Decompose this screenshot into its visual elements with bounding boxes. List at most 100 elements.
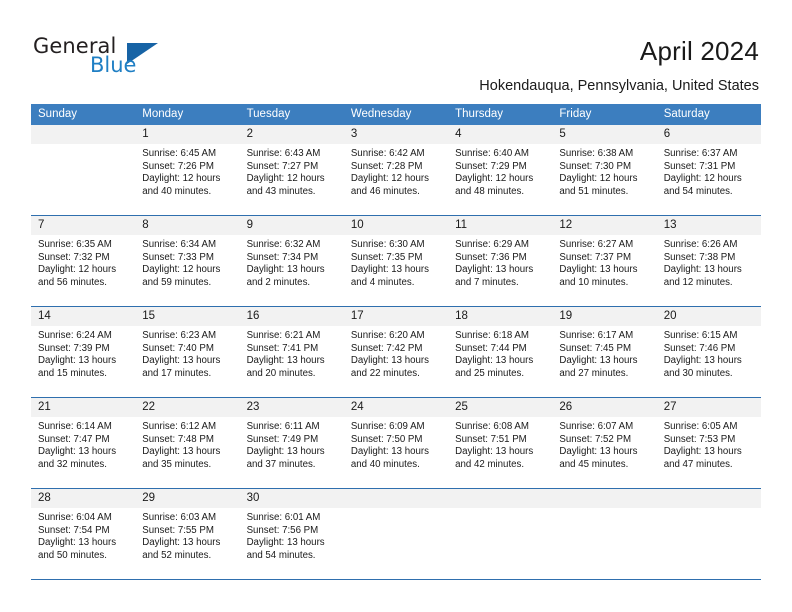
day-number-21[interactable]: 21 [31,398,135,417]
day-number-22[interactable]: 22 [135,398,239,417]
day-info-line: Sunrise: 6:03 AM [142,512,217,523]
day-number-9[interactable]: 9 [240,216,344,235]
day-cell-18[interactable]: Sunrise: 6:18 AM Sunset: 7:44 PM Daylight:… [448,326,552,397]
day-number-15[interactable]: 15 [135,307,239,326]
day-cell-10[interactable]: Sunrise: 6:30 AM Sunset: 7:35 PM Daylight:… [344,235,448,306]
day-info-line: Sunrise: 6:15 AM [663,330,738,341]
day-info-line: Sunrise: 6:11 AM [246,421,320,432]
day-number-28[interactable]: 28 [31,489,135,508]
brand-logo[interactable]: General Blue [33,34,233,84]
day-cell-30[interactable]: Sunrise: 6:01 AM Sunset: 7:56 PM Daylight:… [240,508,344,579]
day-number-13[interactable]: 13 [657,216,761,235]
day-number-30[interactable]: 30 [240,489,344,508]
day-info-line: Daylight: 12 hours [246,173,325,185]
day-number-10[interactable]: 10 [344,216,448,235]
day-info-line: and 7 minutes. [455,276,519,288]
day-cell-22[interactable]: Sunrise: 6:12 AM Sunset: 7:48 PM Daylight:… [135,417,239,488]
day-info-line: and 2 minutes. [246,276,311,288]
day-number-8[interactable]: 8 [135,216,239,235]
calendar-grid: Sunday Monday Tuesday Wednesday Thursday Frid… [31,104,761,580]
day-info-line: Daylight: 13 hours [142,537,221,549]
day-info-line: Sunrise: 6:12 AM [142,421,217,432]
day-number-24[interactable]: 24 [344,398,448,417]
day-cell-12[interactable]: Sunrise: 6:27 AM Sunset: 7:37 PM Daylight:… [552,235,656,306]
day-cell-29[interactable]: Sunrise: 6:03 AM Sunset: 7:55 PM Daylight:… [135,508,239,579]
day-number-3[interactable]: 3 [344,125,448,144]
day-cell-28[interactable]: Sunrise: 6:04 AM Sunset: 7:54 PM Daylight:… [31,508,135,579]
day-cell-11[interactable]: Sunrise: 6:29 AM Sunset: 7:36 PM Daylight:… [448,235,552,306]
day-info-line: Daylight: 13 hours [246,355,325,367]
day-info-line: Daylight: 13 hours [663,264,742,276]
day-cell-24[interactable]: Sunrise: 6:09 AM Sunset: 7:50 PM Daylight:… [344,417,448,488]
day-cell-7[interactable]: Sunrise: 6:35 AM Sunset: 7:32 PM Daylight:… [31,235,135,306]
day-info-line: Sunrise: 6:04 AM [38,512,112,523]
day-number-14[interactable]: 14 [31,307,135,326]
day-number-26[interactable]: 26 [552,398,656,417]
day-cell-19[interactable]: Sunrise: 6:17 AM Sunset: 7:45 PM Daylight:… [552,326,656,397]
day-cell-16[interactable]: Sunrise: 6:21 AM Sunset: 7:41 PM Daylight:… [240,326,344,397]
day-cell-2[interactable]: Sunrise: 6:43 AM Sunset: 7:27 PM Daylight:… [240,144,344,215]
day-cell-6[interactable]: Sunrise: 6:37 AM Sunset: 7:31 PM Daylight:… [657,144,761,215]
day-info-line: Sunset: 7:30 PM [559,160,632,172]
calendar-week-row: 28 29 30 Sunrise: 6:04 AM Sunset: 7:54 PM Day… [31,488,761,579]
day-cell-1[interactable]: Sunrise: 6:45 AM Sunset: 7:26 PM Daylight:… [135,144,239,215]
day-number-4[interactable]: 4 [448,125,552,144]
day-cell-empty [448,508,552,579]
day-number-16[interactable]: 16 [240,307,344,326]
day-info-line: Sunrise: 6:14 AM [38,421,112,432]
day-number-2[interactable]: 2 [240,125,344,144]
day-number-empty [657,489,761,508]
day-cell-26[interactable]: Sunrise: 6:07 AM Sunset: 7:52 PM Daylight:… [552,417,656,488]
day-cell-8[interactable]: Sunrise: 6:34 AM Sunset: 7:33 PM Daylight:… [135,235,239,306]
day-info-line: and 45 minutes. [559,458,629,470]
day-number-1[interactable]: 1 [135,125,239,144]
day-cell-4[interactable]: Sunrise: 6:40 AM Sunset: 7:29 PM Daylight:… [448,144,552,215]
day-cell-27[interactable]: Sunrise: 6:05 AM Sunset: 7:53 PM Daylight:… [657,417,761,488]
day-info-line: Sunrise: 6:21 AM [246,330,321,341]
day-info-line: and 56 minutes. [38,276,107,288]
day-info-line: Sunrise: 6:30 AM [350,239,425,250]
day-info-line: and 25 minutes. [455,367,525,379]
day-cell-5[interactable]: Sunrise: 6:38 AM Sunset: 7:30 PM Daylight:… [552,144,656,215]
day-info-line: Sunset: 7:52 PM [559,433,632,445]
day-number-19[interactable]: 19 [552,307,656,326]
day-cell-17[interactable]: Sunrise: 6:20 AM Sunset: 7:42 PM Daylight:… [344,326,448,397]
day-number-23[interactable]: 23 [240,398,344,417]
day-cell-23[interactable]: Sunrise: 6:11 AM Sunset: 7:49 PM Daylight:… [240,417,344,488]
day-number-7[interactable]: 7 [31,216,135,235]
day-info-line: and 20 minutes. [246,367,316,379]
day-info-line: and 50 minutes. [38,549,107,561]
day-info-line: Daylight: 13 hours [455,264,534,276]
day-cell-20[interactable]: Sunrise: 6:15 AM Sunset: 7:46 PM Daylight:… [657,326,761,397]
day-number-18[interactable]: 18 [448,307,552,326]
day-info-line: Sunrise: 6:01 AM [246,512,321,523]
day-info-line: Sunrise: 6:09 AM [350,421,425,432]
day-info-line: Sunrise: 6:43 AM [246,148,321,159]
day-info-line: Sunset: 7:28 PM [350,160,423,172]
day-number-25[interactable]: 25 [448,398,552,417]
weekday-header-sunday: Sunday [38,108,78,120]
day-number-11[interactable]: 11 [448,216,552,235]
day-number-20[interactable]: 20 [657,307,761,326]
weekday-header-friday: Friday [559,108,592,120]
day-number-12[interactable]: 12 [552,216,656,235]
day-cell-15[interactable]: Sunrise: 6:23 AM Sunset: 7:40 PM Daylight:… [135,326,239,397]
day-number-29[interactable]: 29 [135,489,239,508]
day-info-line: and 59 minutes. [142,276,212,288]
day-number-6[interactable]: 6 [657,125,761,144]
day-number-27[interactable]: 27 [657,398,761,417]
day-number-empty [448,489,552,508]
day-cell-14[interactable]: Sunrise: 6:24 AM Sunset: 7:39 PM Daylight:… [31,326,135,397]
day-cell-21[interactable]: Sunrise: 6:14 AM Sunset: 7:47 PM Daylight:… [31,417,135,488]
day-number-17[interactable]: 17 [344,307,448,326]
day-cell-13[interactable]: Sunrise: 6:26 AM Sunset: 7:38 PM Daylight:… [657,235,761,306]
day-cell-3[interactable]: Sunrise: 6:42 AM Sunset: 7:28 PM Daylight:… [344,144,448,215]
page-subtitle: Hokendauqua, Pennsylvania, United States [479,78,759,94]
day-info-line: and 40 minutes. [142,185,212,197]
week-day-numbers: 14 15 16 17 18 19 20 [31,307,761,326]
day-info-line: Sunset: 7:27 PM [246,160,319,172]
day-cell-25[interactable]: Sunrise: 6:08 AM Sunset: 7:51 PM Daylight:… [448,417,552,488]
day-info-line: Sunset: 7:48 PM [142,433,214,445]
day-cell-9[interactable]: Sunrise: 6:32 AM Sunset: 7:34 PM Daylight:… [240,235,344,306]
day-number-5[interactable]: 5 [552,125,656,144]
